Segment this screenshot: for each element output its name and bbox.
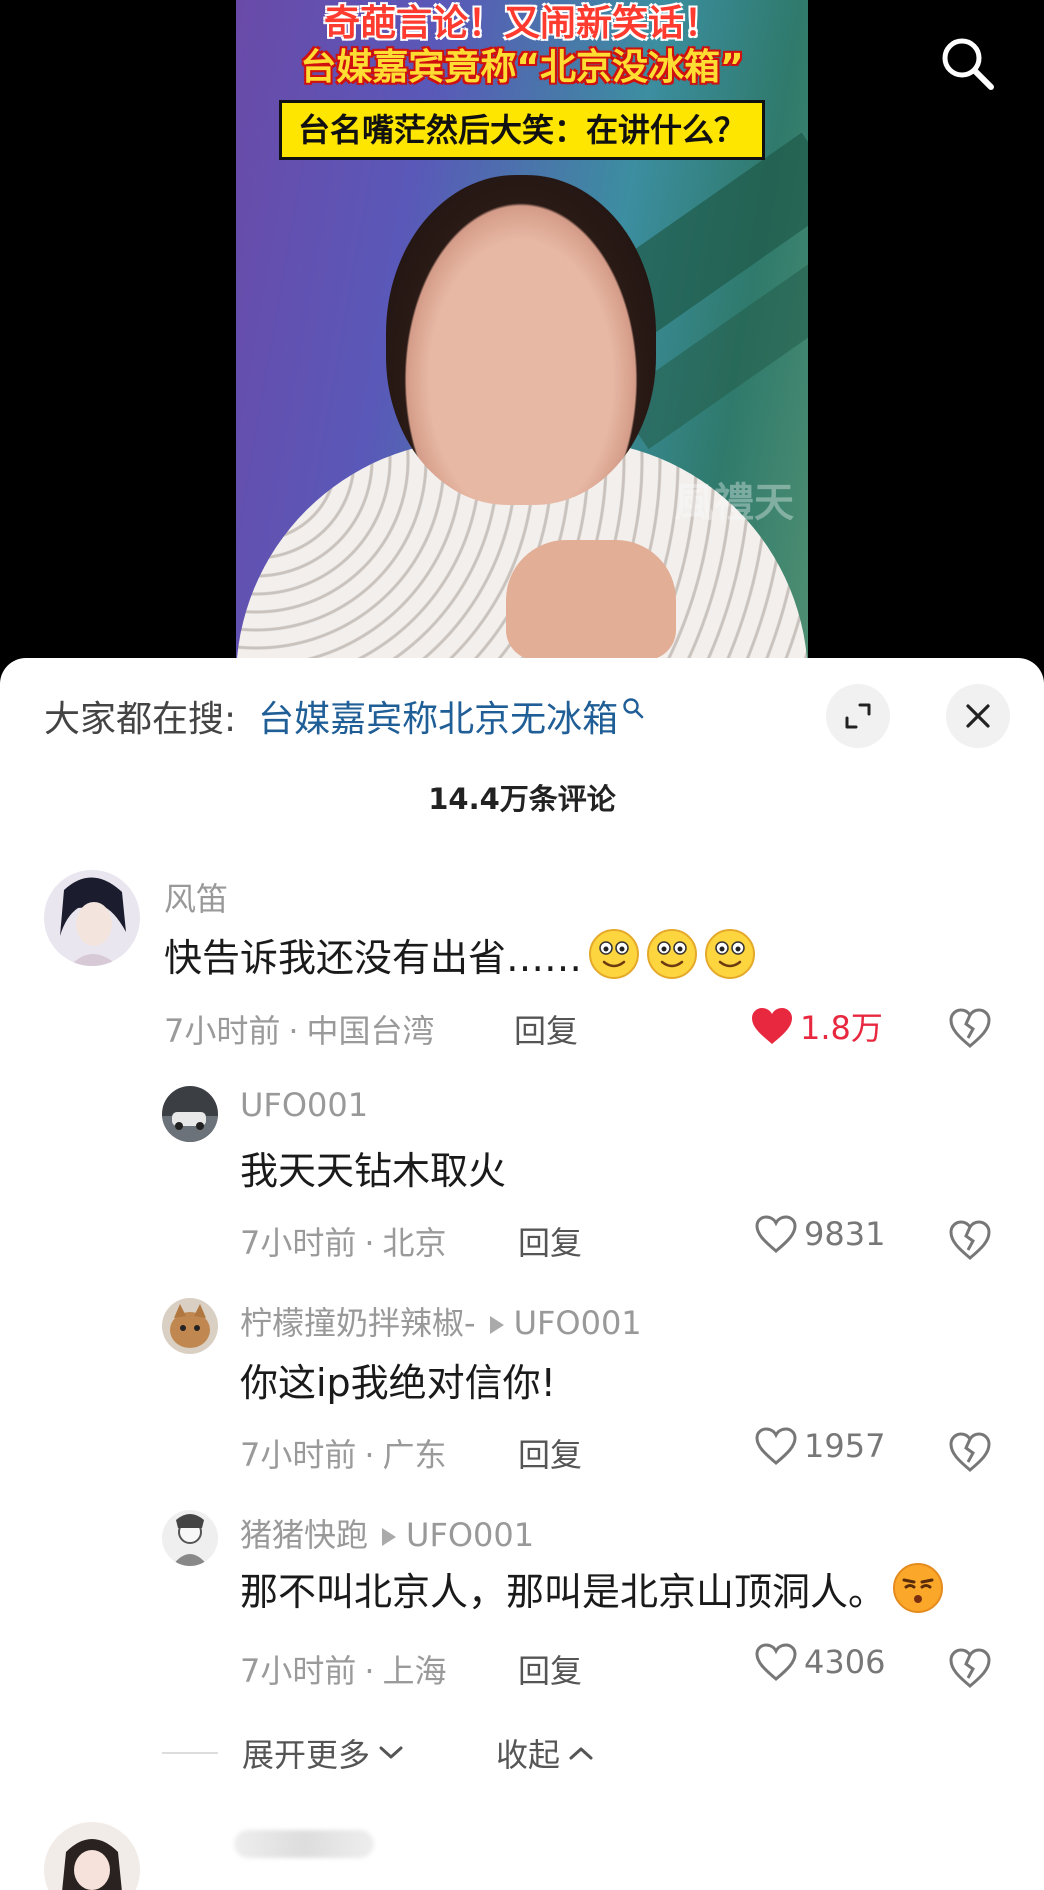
- reply-username[interactable]: UFO001: [240, 1086, 368, 1124]
- meta-separator: ·: [364, 1652, 375, 1690]
- reply-time: 7小时前: [240, 1436, 357, 1474]
- reply-location: 广东: [382, 1436, 447, 1474]
- like-button[interactable]: 1.8万: [750, 1003, 883, 1049]
- expand-button[interactable]: [826, 684, 890, 748]
- like-count: 1957: [804, 1427, 886, 1465]
- trending-search: 大家都在搜: 台媒嘉宾称北京无冰箱: [44, 688, 644, 744]
- heart-icon: [755, 1427, 797, 1465]
- replies-toggle-row: 展开更多 收起: [162, 1730, 594, 1776]
- heart-icon: [752, 1008, 792, 1044]
- reply-meta: 7小时前 · 上海: [240, 1646, 447, 1692]
- avatar[interactable]: [162, 1510, 218, 1566]
- reply-meta: 7小时前 · 广东: [240, 1430, 447, 1476]
- video-caption-line3: 台名嘴茫然后大笑：在讲什么？: [278, 100, 765, 160]
- smiling-emoji-icon: [705, 929, 756, 979]
- meta-separator: ·: [288, 1012, 299, 1050]
- trending-search-link[interactable]: 台媒嘉宾称北京无冰箱: [258, 690, 618, 742]
- comment-text-content: 快告诉我还没有出省……: [164, 935, 583, 980]
- reply-button[interactable]: 回复: [518, 1646, 582, 1692]
- reply-text: 那不叫北京人，那叫是北京山顶洞人。: [240, 1558, 944, 1618]
- close-icon: [966, 704, 990, 728]
- comment-meta: 7小时前 · 中国台湾: [164, 1006, 435, 1052]
- avatar[interactable]: [162, 1086, 218, 1142]
- reply-button[interactable]: 回复: [518, 1430, 582, 1476]
- avatar[interactable]: [44, 870, 140, 966]
- reply-time: 7小时前: [240, 1652, 357, 1690]
- divider: [162, 1752, 218, 1754]
- avatar-image: [44, 1822, 140, 1890]
- expand-icon: [845, 703, 871, 729]
- comment-username[interactable]: 风笛: [164, 874, 228, 920]
- smiling-emoji-icon: [647, 929, 698, 979]
- chevron-down-icon: [379, 1746, 403, 1759]
- like-button[interactable]: 4306: [754, 1642, 885, 1682]
- meta-separator: ·: [364, 1436, 375, 1474]
- like-button[interactable]: 1957: [754, 1426, 885, 1466]
- broken-heart-icon[interactable]: [948, 1430, 992, 1474]
- reply-to-username[interactable]: UFO001: [514, 1304, 642, 1342]
- collapse-label: 收起: [496, 1736, 561, 1774]
- reply-location: 上海: [382, 1652, 447, 1690]
- comment-text: 快告诉我还没有出省……: [164, 924, 756, 984]
- video-caption-line1: 奇葩言论！又闹新笑话！: [323, 3, 720, 44]
- person-hands: [506, 540, 676, 660]
- expand-more-label: 展开更多: [242, 1736, 371, 1774]
- comment-sheet: 大家都在搜: 台媒嘉宾称北京无冰箱 14.4万条评论 风笛 快告诉我还没有出省……: [0, 658, 1044, 1890]
- reply-to-arrow-icon: [382, 1528, 397, 1546]
- smiling-emoji-icon: [589, 929, 640, 979]
- comment-count: 14.4万条评论: [428, 782, 616, 816]
- reply-username[interactable]: 柠檬撞奶拌辣椒-: [240, 1304, 476, 1342]
- reply-text-content: 那不叫北京人，那叫是北京山顶洞人。: [240, 1569, 887, 1614]
- avatar-image: [44, 870, 140, 966]
- meta-separator: ·: [364, 1224, 375, 1262]
- video-player[interactable]: 風禮天 奇葩言论！又闹新笑话！ 台媒嘉宾竟称“北京没冰箱” 台名嘴茫然后大笑：在…: [0, 0, 1044, 670]
- reply-text: 我天天钻木取火: [240, 1149, 507, 1193]
- reply-time: 7小时前: [240, 1224, 357, 1262]
- broken-heart-icon[interactable]: [948, 1646, 992, 1690]
- reply-meta: 7小时前 · 北京: [240, 1218, 447, 1264]
- avatar-image: [162, 1510, 218, 1566]
- reply-location: 北京: [382, 1224, 447, 1262]
- avatar-image: [162, 1298, 218, 1354]
- person-head: [386, 175, 656, 505]
- comment-location: 中国台湾: [306, 1012, 435, 1050]
- close-button[interactable]: [946, 684, 1010, 748]
- video-frame[interactable]: 風禮天 奇葩言论！又闹新笑话！ 台媒嘉宾竟称“北京没冰箱” 台名嘴茫然后大笑：在…: [236, 0, 808, 670]
- expand-more-button[interactable]: 展开更多: [242, 1730, 404, 1776]
- search-icon[interactable]: [938, 34, 996, 92]
- reply-to-username[interactable]: UFO001: [406, 1516, 534, 1554]
- reply-button[interactable]: 回复: [514, 1006, 578, 1052]
- video-caption-line2: 台媒嘉宾竟称“北京没冰箱”: [300, 47, 744, 88]
- chevron-up-icon: [569, 1747, 593, 1760]
- heart-icon: [755, 1215, 797, 1253]
- reply-button[interactable]: 回复: [518, 1218, 582, 1264]
- broken-heart-icon[interactable]: [948, 1218, 992, 1262]
- like-count: 1.8万: [800, 1009, 883, 1047]
- like-count: 9831: [804, 1215, 886, 1253]
- reply-username-line: 猪猪快跑 UFO001: [240, 1510, 534, 1556]
- video-watermark: 風禮天: [674, 480, 794, 526]
- comment-time: 7小时前: [164, 1012, 281, 1050]
- trending-search-label: 大家都在搜:: [44, 699, 237, 740]
- video-caption: 奇葩言论！又闹新笑话！ 台媒嘉宾竟称“北京没冰箱” 台名嘴茫然后大笑：在讲什么？: [236, 0, 808, 160]
- reply-to-arrow-icon: [489, 1316, 504, 1334]
- avatar[interactable]: [44, 1822, 140, 1890]
- username-placeholder: [234, 1830, 374, 1858]
- search-icon[interactable]: [622, 697, 644, 719]
- like-count: 4306: [804, 1643, 886, 1681]
- collapse-button[interactable]: 收起: [496, 1730, 594, 1776]
- avatar[interactable]: [162, 1298, 218, 1354]
- broken-heart-icon[interactable]: [948, 1006, 992, 1050]
- reply-username-line: 柠檬撞奶拌辣椒- UFO001: [240, 1298, 642, 1344]
- heart-icon: [755, 1643, 797, 1681]
- like-button[interactable]: 9831: [754, 1214, 885, 1254]
- avatar-image: [162, 1086, 218, 1142]
- smug-emoji-icon: [893, 1563, 944, 1613]
- reply-text: 你这ip我绝对信你!: [240, 1361, 556, 1405]
- reply-username[interactable]: 猪猪快跑: [240, 1516, 368, 1554]
